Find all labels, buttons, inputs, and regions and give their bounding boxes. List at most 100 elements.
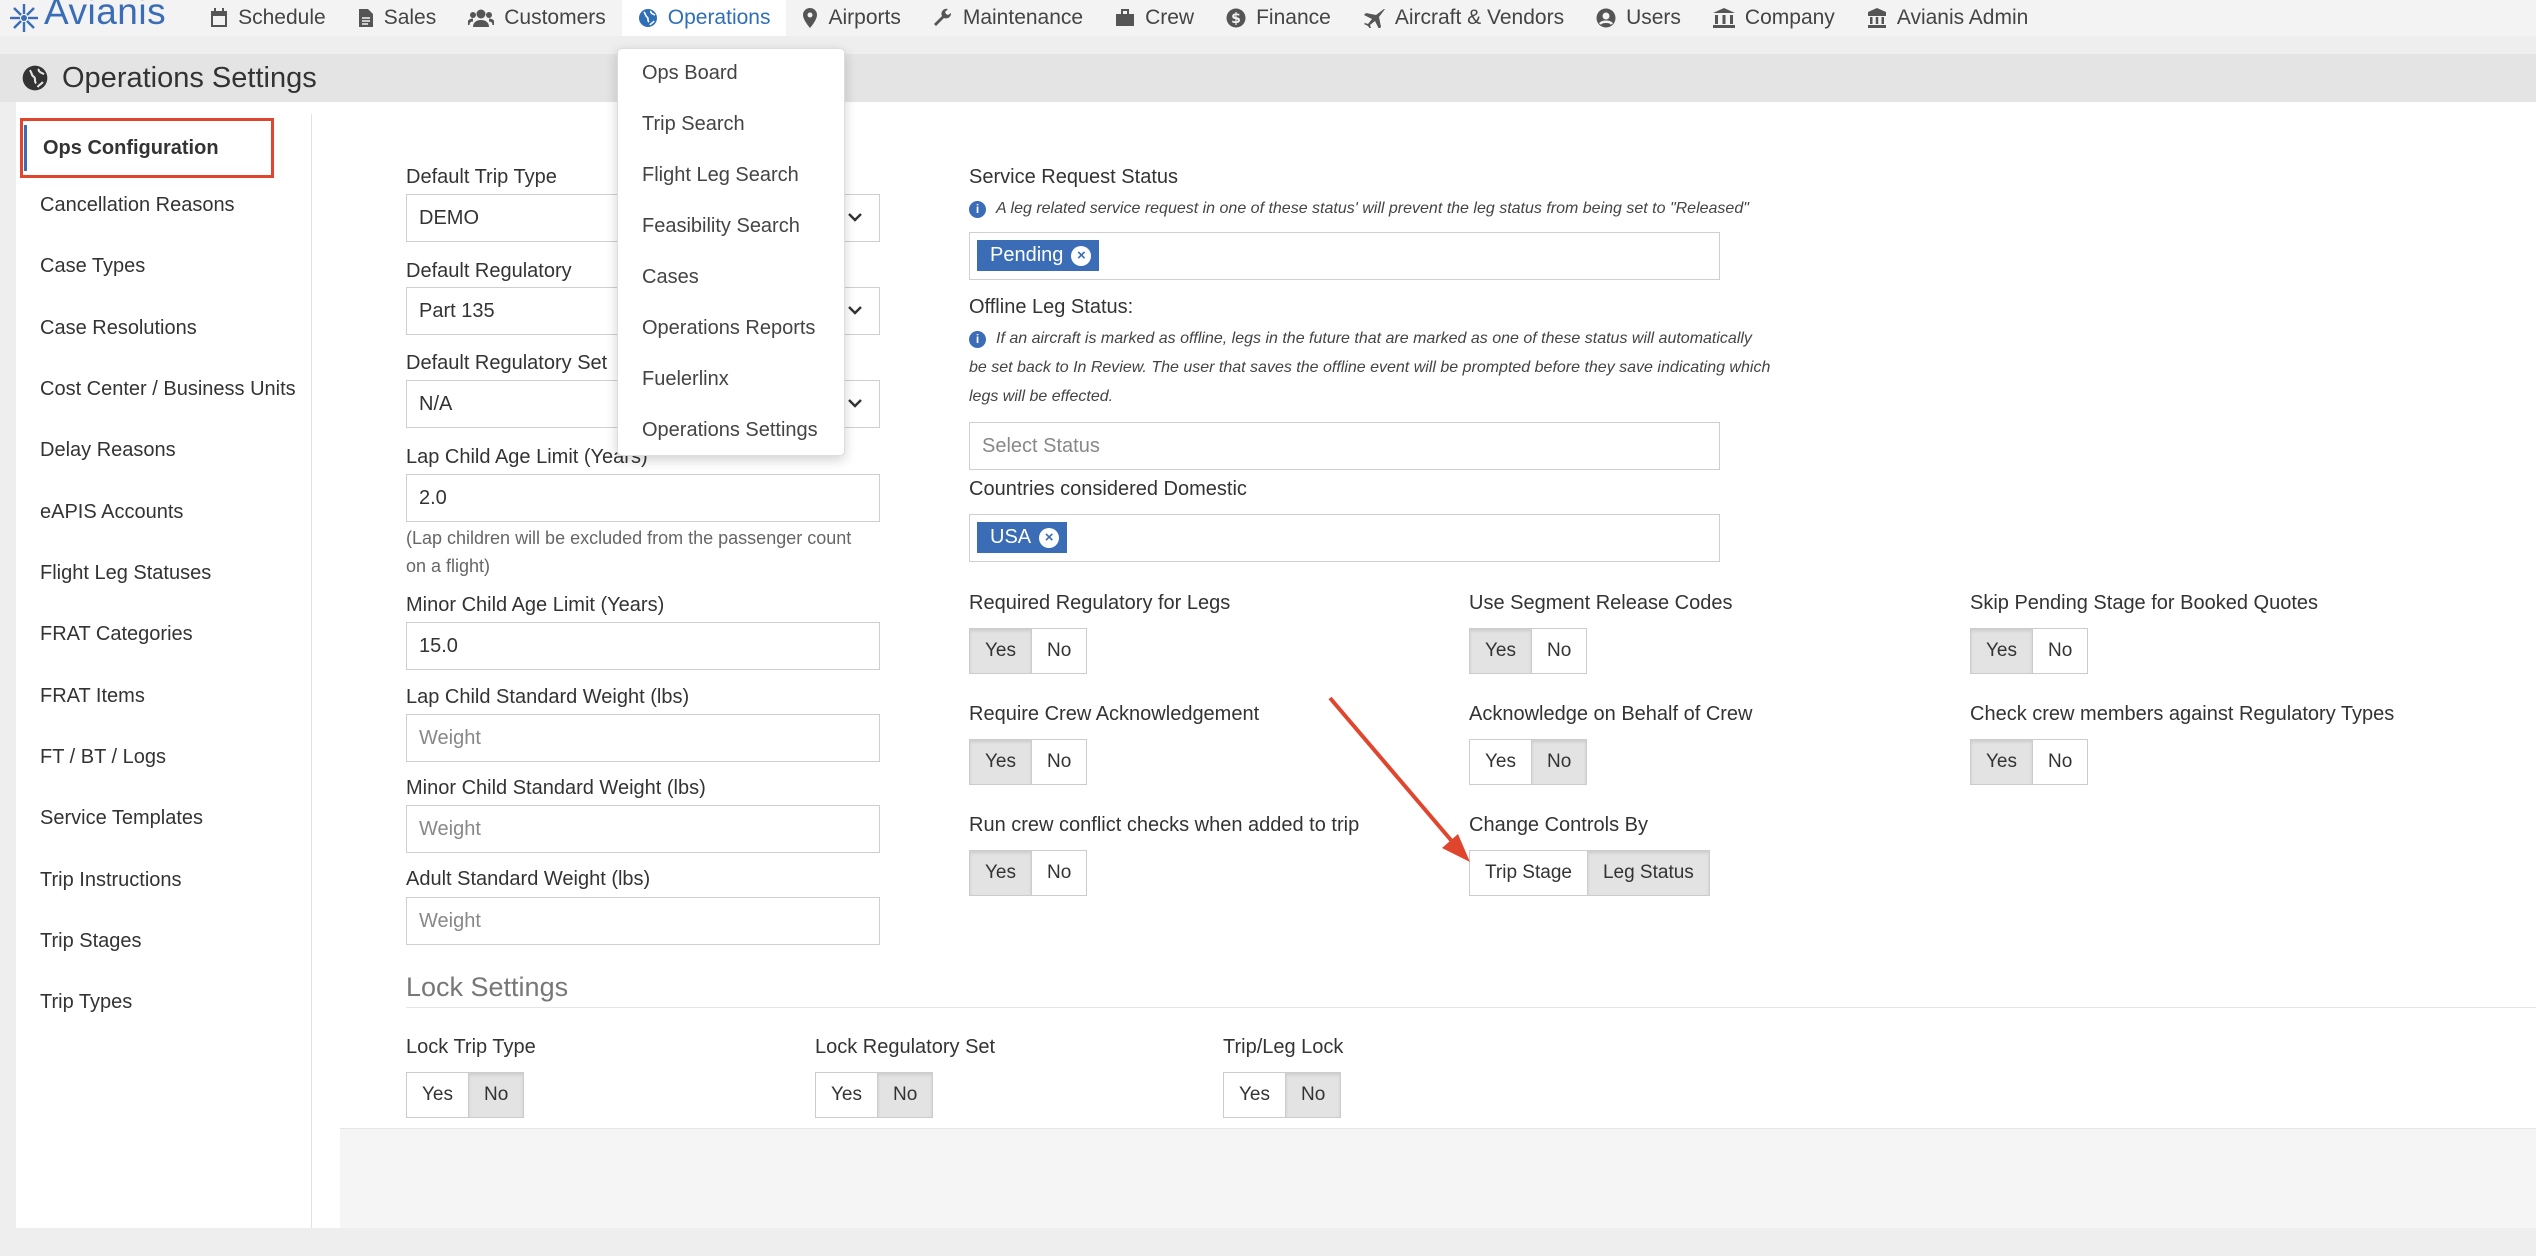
nav-company[interactable]: Company bbox=[1697, 0, 1851, 36]
nav-customers[interactable]: Customers bbox=[452, 0, 622, 36]
no-option[interactable]: No bbox=[1031, 629, 1086, 673]
help-line: on a flight) bbox=[406, 556, 491, 576]
ack-behalf-of-crew-toggle: Yes No bbox=[1469, 739, 1588, 785]
nav-crew[interactable]: Crew bbox=[1099, 0, 1210, 36]
lap-child-age-input[interactable]: 2.0 bbox=[406, 474, 880, 522]
avianis-logo-icon bbox=[10, 4, 38, 32]
yes-option[interactable]: Yes bbox=[1971, 740, 2032, 784]
bank-icon bbox=[1712, 8, 1735, 28]
no-option[interactable]: No bbox=[2032, 740, 2087, 784]
sidebar-item-ops-configuration[interactable]: Ops Configuration bbox=[20, 118, 274, 178]
sidebar-item-case-types[interactable]: Case Types bbox=[40, 255, 145, 278]
domestic-countries-multiselect[interactable] bbox=[969, 514, 1720, 562]
menu-item-operations-settings[interactable]: Operations Settings bbox=[642, 419, 818, 442]
nav-label: Finance bbox=[1256, 6, 1331, 29]
lock-regulatory-set-label: Lock Regulatory Set bbox=[815, 1036, 996, 1058]
menu-item-feasibility-search[interactable]: Feasibility Search bbox=[642, 215, 800, 238]
no-option[interactable]: No bbox=[468, 1073, 524, 1117]
admin-icon bbox=[1867, 8, 1886, 28]
lap-child-weight-input[interactable]: Weight bbox=[406, 714, 880, 762]
nav-sales[interactable]: Sales bbox=[342, 0, 453, 36]
nav-operations[interactable]: Operations bbox=[621, 0, 787, 36]
chevron-down-icon bbox=[848, 399, 862, 408]
yes-option[interactable]: Yes bbox=[1470, 740, 1531, 784]
yes-option[interactable]: Yes bbox=[1470, 629, 1531, 673]
sidebar-item-delay-reasons[interactable]: Delay Reasons bbox=[40, 439, 176, 462]
menu-item-flight-leg-search[interactable]: Flight Leg Search bbox=[642, 164, 799, 187]
note-text: legs will be effected. bbox=[969, 388, 1114, 405]
no-option[interactable]: No bbox=[1031, 851, 1086, 895]
sidebar-item-flight-leg-statuses[interactable]: Flight Leg Statuses bbox=[40, 562, 211, 585]
remove-tag-icon[interactable]: × bbox=[1071, 245, 1092, 266]
yes-option[interactable]: Yes bbox=[816, 1073, 877, 1117]
remove-tag-icon[interactable]: × bbox=[1039, 527, 1060, 548]
no-option[interactable]: No bbox=[1031, 740, 1086, 784]
sidebar-item-frat-items[interactable]: FRAT Items bbox=[40, 685, 145, 708]
nav-avianis-admin[interactable]: Avianis Admin bbox=[1851, 0, 2045, 36]
yes-option[interactable]: Yes bbox=[1224, 1073, 1285, 1117]
minor-child-age-input[interactable]: 15.0 bbox=[406, 622, 880, 670]
sidebar-item-trip-instructions[interactable]: Trip Instructions bbox=[40, 869, 182, 892]
nav-users[interactable]: Users bbox=[1580, 0, 1697, 36]
required-regulatory-label: Required Regulatory for Legs bbox=[969, 592, 1231, 614]
yes-option[interactable]: Yes bbox=[970, 629, 1031, 673]
sidebar-item-frat-categories[interactable]: FRAT Categories bbox=[40, 623, 193, 646]
nav-finance[interactable]: $ Finance bbox=[1210, 0, 1347, 36]
ack-behalf-of-crew-label: Acknowledge on Behalf of Crew bbox=[1469, 703, 1753, 725]
offline-leg-status-note: i If an aircraft is marked as offline, le… bbox=[969, 324, 1819, 411]
offline-leg-status-select[interactable]: Select Status bbox=[969, 422, 1720, 470]
sidebar-item-service-templates[interactable]: Service Templates bbox=[40, 807, 203, 830]
minor-child-age-label: Minor Child Age Limit (Years) bbox=[406, 594, 665, 616]
leg-status-option[interactable]: Leg Status bbox=[1586, 851, 1709, 895]
sidebar-item-cost-center[interactable]: Cost Center / Business Units bbox=[40, 378, 296, 401]
nav-airports[interactable]: Airports bbox=[786, 0, 916, 36]
country-tag-usa: USA × bbox=[977, 522, 1068, 553]
no-option[interactable]: No bbox=[877, 1073, 933, 1117]
brand-name: Avianis bbox=[44, 0, 167, 32]
help-line: (Lap children will be excluded from the … bbox=[406, 528, 852, 548]
menu-item-trip-search[interactable]: Trip Search bbox=[642, 113, 745, 136]
service-request-status-note: i A leg related service request in one of… bbox=[969, 194, 1749, 223]
yes-option[interactable]: Yes bbox=[970, 740, 1031, 784]
page-title: Operations Settings bbox=[62, 61, 317, 94]
domestic-countries-label: Countries considered Domestic bbox=[969, 478, 1247, 500]
trip-stage-option[interactable]: Trip Stage bbox=[1470, 851, 1587, 895]
lap-child-age-label: Lap Child Age Limit (Years) bbox=[406, 446, 648, 468]
adult-weight-label: Adult Standard Weight (lbs) bbox=[406, 868, 651, 890]
sidebar-item-case-resolutions[interactable]: Case Resolutions bbox=[40, 317, 197, 340]
file-icon bbox=[358, 9, 373, 27]
minor-child-weight-input[interactable]: Weight bbox=[406, 805, 880, 853]
menu-item-cases[interactable]: Cases bbox=[642, 266, 699, 289]
change-controls-by-label: Change Controls By bbox=[1469, 814, 1648, 836]
nav-aircraft-vendors[interactable]: Aircraft & Vendors bbox=[1347, 0, 1580, 36]
nav-schedule[interactable]: Schedule bbox=[194, 0, 342, 36]
info-icon: i bbox=[969, 201, 986, 218]
yes-option[interactable]: Yes bbox=[407, 1073, 468, 1117]
adult-weight-input[interactable]: Weight bbox=[406, 897, 880, 945]
check-crew-regulatory-label: Check crew members against Regulatory Ty… bbox=[1970, 703, 2395, 725]
segment-release-codes-toggle: Yes No bbox=[1469, 628, 1588, 674]
no-option[interactable]: No bbox=[1531, 629, 1586, 673]
nav-maintenance[interactable]: Maintenance bbox=[917, 0, 1099, 36]
menu-item-ops-board[interactable]: Ops Board bbox=[642, 62, 738, 85]
yes-option[interactable]: Yes bbox=[970, 851, 1031, 895]
sidebar-item-trip-types[interactable]: Trip Types bbox=[40, 991, 132, 1014]
menu-item-fuelerlinx[interactable]: Fuelerlinx bbox=[642, 368, 729, 391]
sidebar-item-cancellation-reasons[interactable]: Cancellation Reasons bbox=[40, 194, 235, 217]
default-regulatory-set-label: Default Regulatory Set bbox=[406, 352, 608, 374]
no-option[interactable]: No bbox=[2032, 629, 2087, 673]
menu-item-operations-reports[interactable]: Operations Reports bbox=[642, 317, 815, 340]
skip-pending-stage-toggle: Yes No bbox=[1970, 628, 2089, 674]
info-icon: i bbox=[969, 331, 986, 348]
sidebar-item-trip-stages[interactable]: Trip Stages bbox=[40, 930, 142, 953]
lock-settings-title: Lock Settings bbox=[406, 972, 569, 1002]
yes-option[interactable]: Yes bbox=[1971, 629, 2032, 673]
check-crew-regulatory-toggle: Yes No bbox=[1970, 739, 2089, 785]
no-option[interactable]: No bbox=[1531, 740, 1587, 784]
required-regulatory-toggle: Yes No bbox=[969, 628, 1088, 674]
sidebar-item-ft-bt-logs[interactable]: FT / BT / Logs bbox=[40, 746, 166, 769]
no-option[interactable]: No bbox=[1285, 1073, 1341, 1117]
service-request-status-label: Service Request Status bbox=[969, 166, 1178, 188]
sidebar-item-eapis-accounts[interactable]: eAPIS Accounts bbox=[40, 501, 183, 524]
app-logo[interactable]: Avianis bbox=[6, 0, 166, 36]
